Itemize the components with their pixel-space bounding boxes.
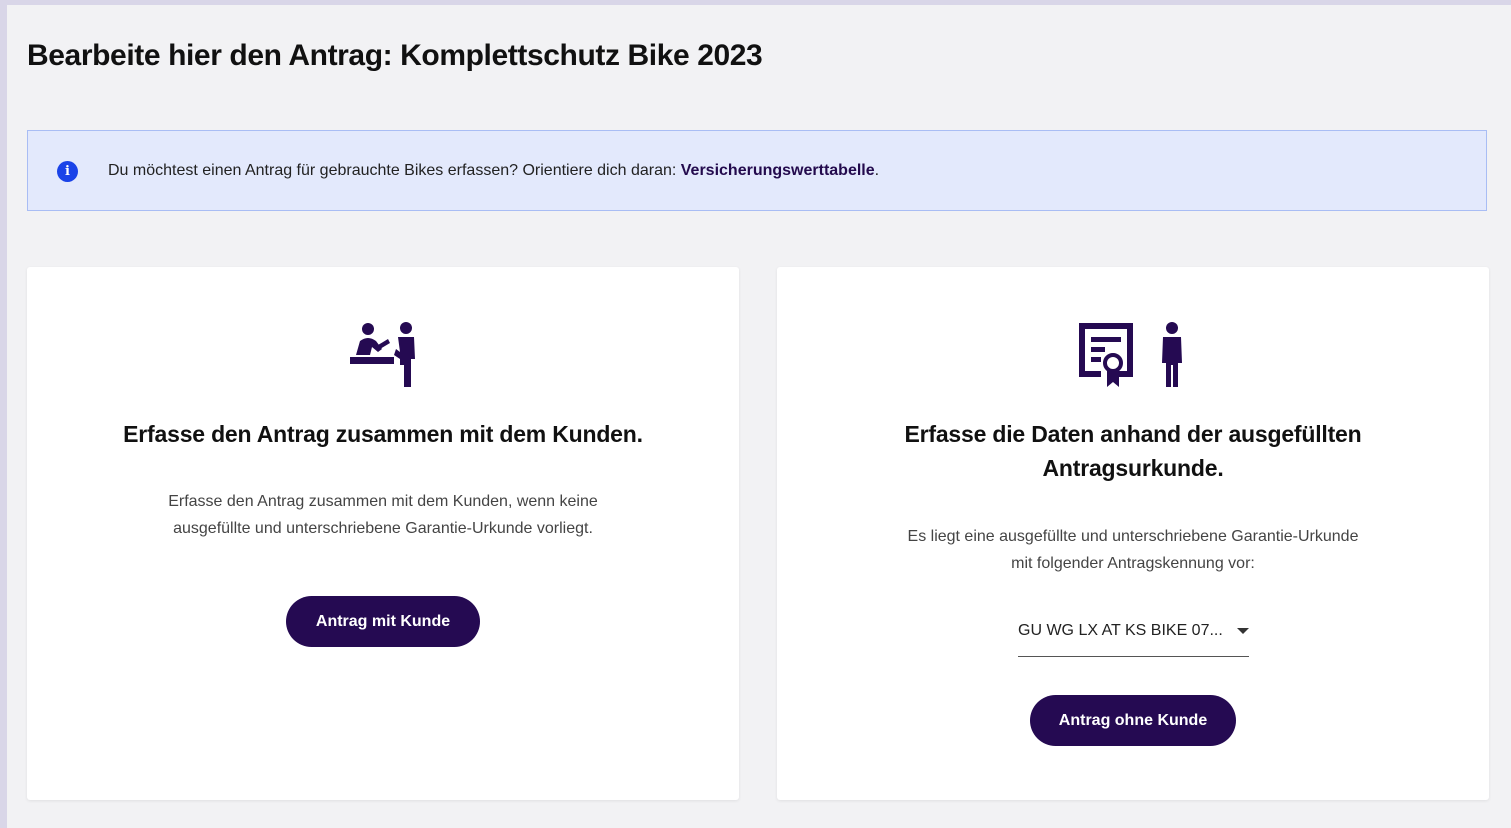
antrag-ohne-kunde-button[interactable]: Antrag ohne Kunde	[1030, 695, 1236, 746]
customer-consultation-icon	[348, 319, 418, 394]
chevron-down-icon	[1237, 628, 1249, 634]
page-container: Bearbeite hier den Antrag: Komplettschut…	[7, 5, 1511, 828]
versicherungswerttabelle-link[interactable]: Versicherungswerttabelle	[681, 162, 875, 179]
card-description: Es liegt eine ausgefüllte und unterschri…	[907, 528, 1359, 572]
info-icon: i	[57, 161, 78, 182]
info-banner-trailing: .	[874, 162, 880, 179]
card-title: Erfasse die Daten anhand der ausgefüllte…	[904, 421, 1362, 481]
card-antrag-mit-kunde: Erfasse den Antrag zusammen mit dem Kund…	[27, 267, 739, 800]
certificate-person-icon	[1073, 319, 1193, 394]
card-description: Erfasse den Antrag zusammen mit dem Kund…	[168, 493, 598, 537]
card-antrag-ohne-kunde: Erfasse die Daten anhand der ausgefüllte…	[777, 267, 1489, 800]
antragskennung-select-value: GU WG LX AT KS BIKE 07...	[1018, 622, 1223, 639]
antrag-mit-kunde-button[interactable]: Antrag mit Kunde	[286, 596, 480, 647]
info-banner-text: Du möchtest einen Antrag für gebrauchte …	[108, 161, 879, 181]
page-title: Bearbeite hier den Antrag: Komplettschut…	[27, 39, 763, 72]
info-banner: i Du möchtest einen Antrag für gebraucht…	[27, 130, 1487, 211]
card-title: Erfasse den Antrag zusammen mit dem Kund…	[123, 421, 643, 447]
antragskennung-select[interactable]: GU WG LX AT KS BIKE 07...	[1018, 616, 1249, 657]
info-banner-message: Du möchtest einen Antrag für gebrauchte …	[108, 162, 681, 179]
